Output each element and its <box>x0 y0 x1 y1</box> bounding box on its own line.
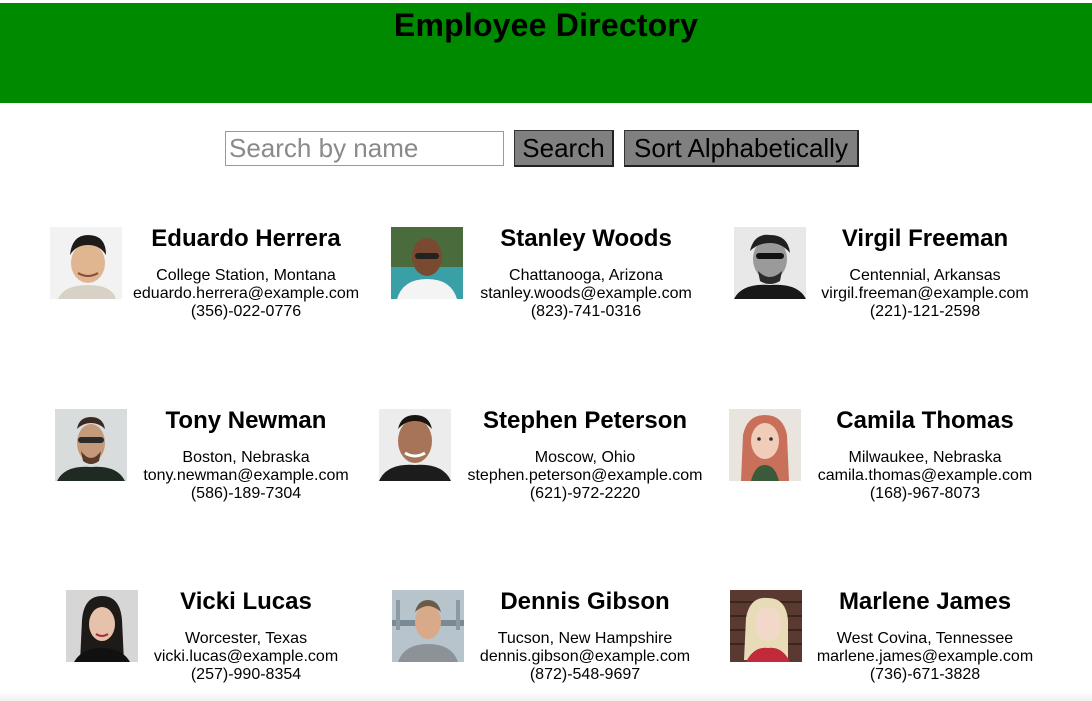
employee-location: Boston, Nebraska <box>182 449 310 466</box>
employee-photo <box>55 409 127 481</box>
employee-photo <box>50 227 122 299</box>
employee-photo <box>379 409 451 481</box>
search-controls: Search Sort Alphabetically <box>225 130 859 167</box>
employee-info: Tony Newman Boston, Nebraska tony.newman… <box>135 407 357 503</box>
employee-photo <box>391 227 463 299</box>
employee-location: Tucson, New Hampshire <box>497 630 673 647</box>
employee-location: Worcester, Texas <box>184 630 308 647</box>
employee-info: Camila Thomas Milwaukee, Nebraska camila… <box>815 407 1035 503</box>
employee-card: Virgil Freeman Centennial, Arkansas virg… <box>734 225 1064 335</box>
employee-email: virgil.freeman@example.com <box>821 285 1029 302</box>
employee-name: Tony Newman <box>165 407 327 434</box>
employee-name: Vicki Lucas <box>180 588 312 615</box>
employee-email: dennis.gibson@example.com <box>479 648 691 665</box>
employee-photo <box>392 590 464 662</box>
employee-location: Moscow, Ohio <box>534 449 636 466</box>
employee-location: Chattanooga, Arizona <box>509 267 663 284</box>
employee-card: Stanley Woods Chattanooga, Arizona stanl… <box>391 225 721 335</box>
employee-photo <box>730 590 802 662</box>
search-input[interactable] <box>225 131 504 166</box>
employee-location: College Station, Montana <box>156 267 336 284</box>
employee-name: Stanley Woods <box>500 225 672 252</box>
employee-card: Eduardo Herrera College Station, Montana… <box>50 225 380 335</box>
employee-email: eduardo.herrera@example.com <box>133 285 360 302</box>
employee-phone: (168)-967-8073 <box>869 485 981 502</box>
employee-location: Centennial, Arkansas <box>849 267 1001 284</box>
employee-name: Stephen Peterson <box>482 407 688 434</box>
employee-card: Vicki Lucas Worcester, Texas vicki.lucas… <box>66 588 396 698</box>
bottom-fade <box>0 691 1092 701</box>
employee-photo <box>729 409 801 481</box>
search-button[interactable]: Search <box>514 130 614 167</box>
employee-phone: (823)-741-0316 <box>530 303 642 320</box>
employee-email: camila.thomas@example.com <box>817 467 1033 484</box>
employee-card: Stephen Peterson Moscow, Ohio stephen.pe… <box>379 407 709 517</box>
employee-info: Stanley Woods Chattanooga, Arizona stanl… <box>471 225 701 321</box>
employee-name: Marlene James <box>838 588 1012 615</box>
employee-photo <box>734 227 806 299</box>
employee-info: Dennis Gibson Tucson, New Hampshire denn… <box>470 588 700 684</box>
employee-phone: (736)-671-3828 <box>869 666 981 683</box>
employee-phone: (872)-548-9697 <box>529 666 641 683</box>
employee-info: Eduardo Herrera College Station, Montana… <box>133 225 359 321</box>
employee-email: stephen.peterson@example.com <box>467 467 703 484</box>
employee-card: Dennis Gibson Tucson, New Hampshire denn… <box>392 588 722 698</box>
employee-email: tony.newman@example.com <box>143 467 349 484</box>
employee-name: Virgil Freeman <box>841 225 1009 252</box>
employee-phone: (621)-972-2220 <box>529 485 641 502</box>
employee-email: marlene.james@example.com <box>816 648 1034 665</box>
employee-name: Camila Thomas <box>836 407 1014 434</box>
page-title: Employee Directory <box>393 7 699 43</box>
employee-email: stanley.woods@example.com <box>480 285 692 302</box>
employee-phone: (221)-121-2598 <box>869 303 981 320</box>
employee-location: Milwaukee, Nebraska <box>848 449 1002 466</box>
employee-location: West Covina, Tennessee <box>836 630 1014 647</box>
sort-alphabetically-button[interactable]: Sort Alphabetically <box>624 130 859 167</box>
page-header: Employee Directory <box>0 3 1092 103</box>
employee-phone: (586)-189-7304 <box>190 485 302 502</box>
employee-card: Marlene James West Covina, Tennessee mar… <box>730 588 1060 698</box>
employee-card: Camila Thomas Milwaukee, Nebraska camila… <box>729 407 1059 517</box>
employee-info: Vicki Lucas Worcester, Texas vicki.lucas… <box>141 588 351 684</box>
employee-card: Tony Newman Boston, Nebraska tony.newman… <box>55 407 385 517</box>
employee-info: Stephen Peterson Moscow, Ohio stephen.pe… <box>466 407 704 503</box>
employee-name: Eduardo Herrera <box>151 225 341 252</box>
employee-name: Dennis Gibson <box>500 588 670 615</box>
employee-phone: (356)-022-0776 <box>190 303 302 320</box>
employee-email: vicki.lucas@example.com <box>153 648 339 665</box>
employee-info: Marlene James West Covina, Tennessee mar… <box>810 588 1040 684</box>
employee-phone: (257)-990-8354 <box>190 666 302 683</box>
employee-info: Virgil Freeman Centennial, Arkansas virg… <box>814 225 1036 321</box>
employee-photo <box>66 590 138 662</box>
